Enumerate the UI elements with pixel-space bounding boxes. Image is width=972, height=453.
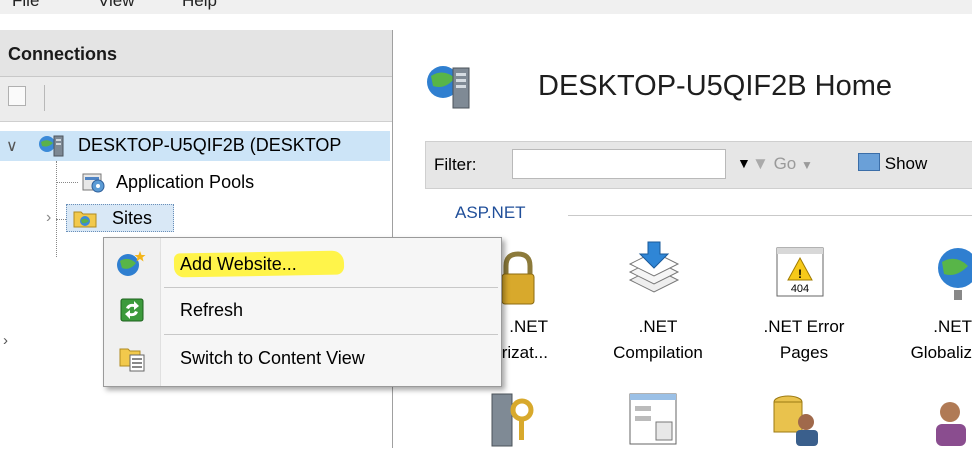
sites-label: Sites [112, 208, 153, 228]
menu-item-add-website-label: Add Website... [180, 254, 297, 274]
refresh-icon [120, 298, 144, 327]
lock-icon[interactable] [496, 250, 540, 311]
page-icon[interactable] [8, 86, 26, 106]
context-menu: Add Website... Refresh Switch to Content… [103, 237, 502, 387]
feature-error-pages-line1: .NET Error [763, 317, 845, 336]
filter-bar: Filter: ▼ ▼ Go ▼ Show [425, 141, 972, 189]
settings-page-icon[interactable] [628, 392, 682, 453]
feature-globalization[interactable]: .NET Globaliz [884, 314, 972, 366]
menu-item-refresh[interactable]: Refresh [104, 288, 501, 332]
menu-item-refresh-label: Refresh [180, 300, 244, 320]
chevron-down-icon[interactable]: ∨ [6, 136, 18, 156]
collapse-handle-icon[interactable]: › [3, 332, 8, 349]
feature-globalization-line1: .NET [933, 317, 972, 336]
connections-toolbar [0, 77, 392, 122]
key-server-icon[interactable] [488, 392, 538, 453]
svg-text:404: 404 [791, 283, 809, 295]
go-label: Go [773, 154, 797, 173]
menu-item-switch-content-view[interactable]: Switch to Content View [104, 336, 501, 380]
content-view-icon [118, 344, 146, 377]
menu-item-switch-content-view-label: Switch to Content View [180, 348, 365, 368]
connections-title: Connections [8, 44, 118, 64]
app-pools-label: Application Pools [116, 172, 255, 192]
connections-header: Connections [0, 30, 392, 77]
server-icon [38, 134, 66, 163]
menu-item-add-website[interactable]: Add Website... [104, 242, 501, 286]
compilation-icon[interactable] [624, 240, 684, 309]
tree-item-server[interactable]: ∨ DESKTOP-U5QIF2B (DESKTOP [0, 131, 390, 161]
filter-dropdown-icon[interactable]: ▼ [737, 155, 751, 171]
show-label: Show [884, 154, 928, 173]
menu-file[interactable]: File [12, 0, 39, 11]
page-title: DESKTOP-U5QIF2B Home [538, 70, 893, 102]
section-aspnet: ASP.NET [455, 203, 526, 222]
feature-compilation[interactable]: .NET Compilation [596, 314, 720, 366]
menu-view[interactable]: View [98, 0, 135, 11]
server-label: DESKTOP-U5QIF2B (DESKTOP [78, 135, 342, 155]
feature-globalization-line2: Globaliz [910, 343, 972, 362]
user-icon[interactable] [928, 394, 972, 453]
error-pages-icon[interactable]: ! 404 [775, 246, 825, 303]
svg-text:!: ! [798, 267, 802, 281]
server-home-icon [425, 62, 475, 117]
tree-item-sites[interactable]: › Sites [0, 204, 190, 234]
go-button[interactable]: ▼ Go ▼ [752, 154, 813, 174]
app-pools-icon [80, 170, 106, 199]
menu-bar: File View Help [0, 0, 972, 14]
feature-compilation-line2: Compilation [613, 343, 703, 362]
filter-input[interactable] [512, 149, 726, 179]
menu-separator [164, 334, 498, 335]
database-user-icon[interactable] [768, 392, 828, 453]
section-divider [568, 215, 972, 216]
chevron-right-icon[interactable]: › [46, 209, 51, 227]
feature-compilation-line1: .NET [638, 317, 678, 336]
feature-error-pages-line2: Pages [779, 343, 829, 362]
add-website-icon [116, 250, 146, 283]
toolbar-separator [44, 85, 45, 111]
menu-help[interactable]: Help [182, 0, 217, 11]
tree-item-application-pools[interactable]: Application Pools [0, 168, 390, 198]
show-all-icon [858, 153, 880, 171]
sites-icon [72, 206, 98, 235]
globalization-icon[interactable] [928, 244, 972, 309]
feature-error-pages[interactable]: .NET Error Pages [742, 314, 866, 366]
filter-label: Filter: [434, 155, 477, 174]
funnel-icon: ▼ [752, 154, 769, 173]
show-button[interactable]: Show [858, 153, 927, 174]
go-dropdown-icon: ▼ [800, 158, 813, 172]
